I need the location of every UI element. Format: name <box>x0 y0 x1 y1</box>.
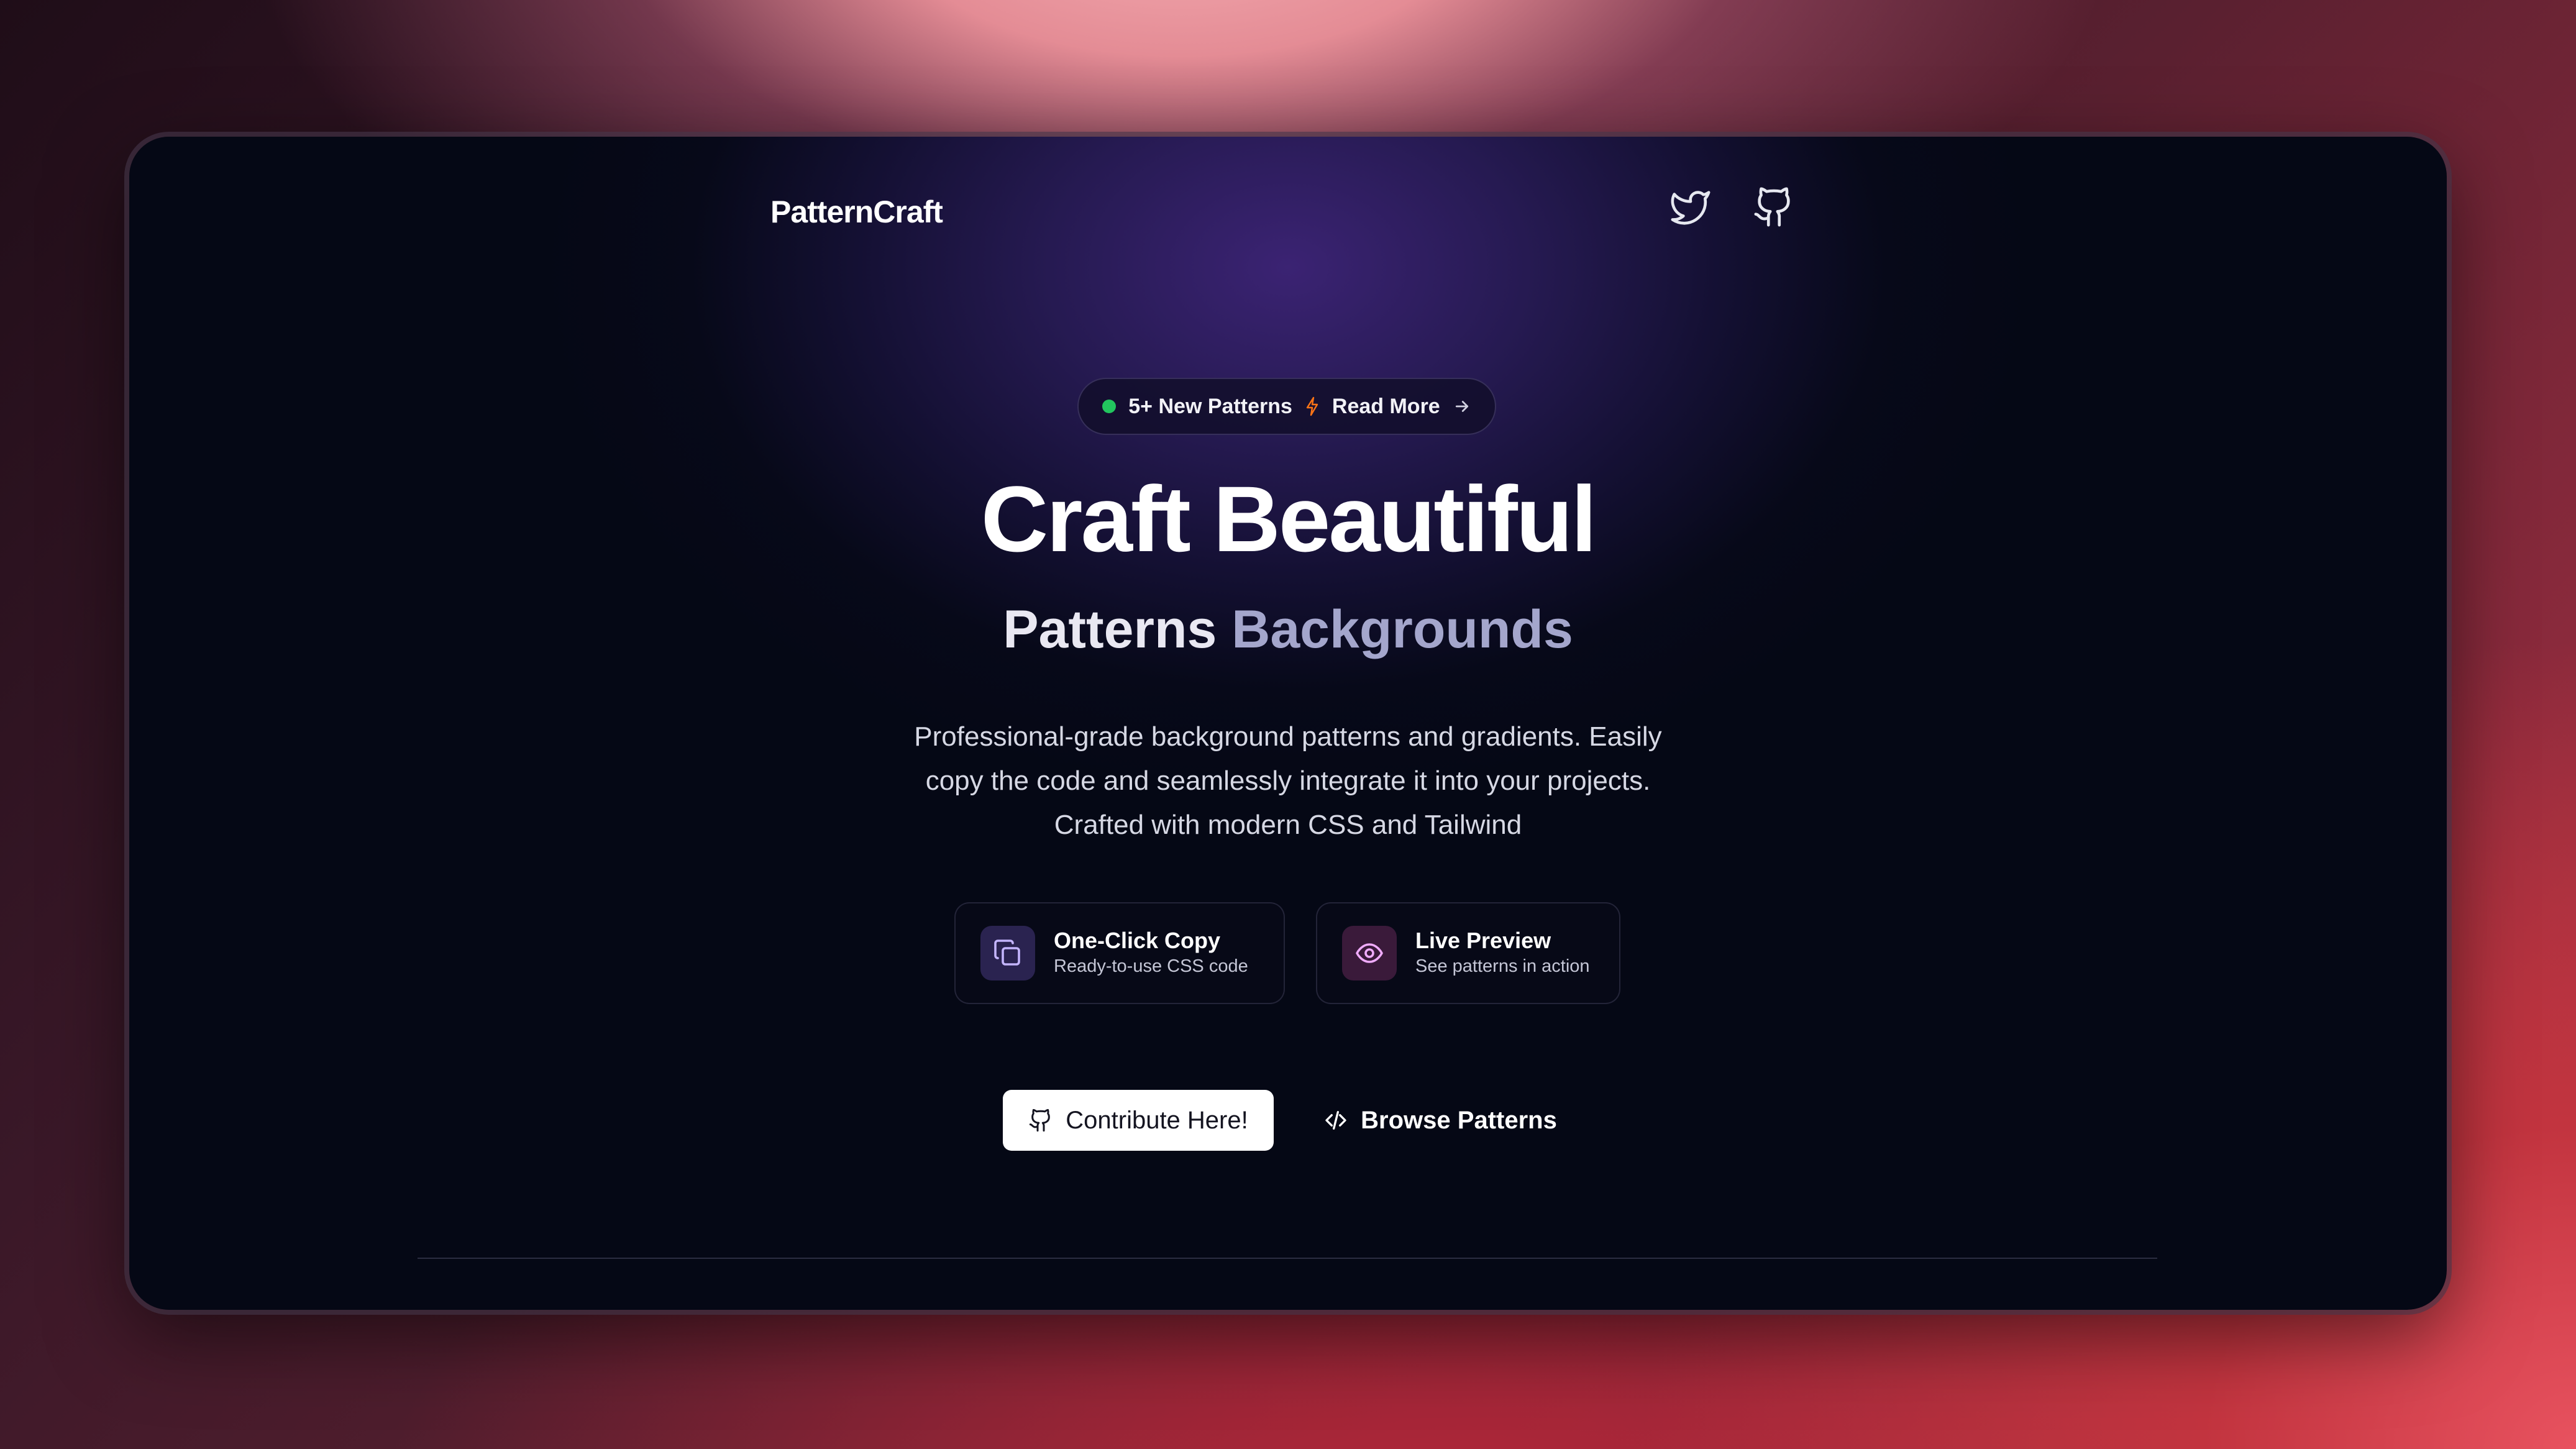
feature-card-preview: Live Preview See patterns in action <box>1316 902 1620 1004</box>
description-line: Professional-grade background patterns a… <box>914 721 1662 752</box>
site-logo[interactable]: PatternCraft <box>770 194 943 230</box>
arrow-right-icon <box>1453 397 1471 416</box>
github-link[interactable] <box>1752 185 1796 229</box>
twitter-icon <box>1669 185 1712 229</box>
hero-description: Professional-grade background patterns a… <box>822 715 1754 847</box>
contribute-button[interactable]: Contribute Here! <box>1003 1090 1274 1151</box>
feature-title: Live Preview <box>1415 928 1551 954</box>
announcement-pill[interactable]: 5+ New Patterns Read More <box>1077 378 1496 435</box>
twitter-link[interactable] <box>1669 185 1712 229</box>
eye-icon <box>1342 926 1397 980</box>
hero-subtitle-word1: Patterns <box>1003 600 1217 659</box>
hero-subtitle-word2: Backgrounds <box>1231 600 1573 659</box>
feature-card-copy: One-Click Copy Ready-to-use CSS code <box>954 902 1285 1004</box>
feature-text: Live Preview See patterns in action <box>1415 927 1590 979</box>
browser-window: PatternCraft 5+ New Patterns Read More C… <box>129 137 2447 1310</box>
hero-title: Craft Beautiful <box>980 467 1597 571</box>
new-patterns-label: 5+ New Patterns <box>1128 394 1292 418</box>
description-line: copy the code and seamlessly integrate i… <box>925 766 1651 796</box>
feature-title: One-Click Copy <box>1054 928 1221 954</box>
feature-text: One-Click Copy Ready-to-use CSS code <box>1054 927 1248 979</box>
feature-subtitle: Ready-to-use CSS code <box>1054 956 1248 977</box>
github-icon <box>1752 185 1796 229</box>
status-dot <box>1102 400 1117 413</box>
read-more-link[interactable]: Read More <box>1332 395 1440 419</box>
contribute-label: Contribute Here! <box>1066 1106 1248 1134</box>
github-icon <box>1028 1108 1053 1133</box>
section-divider <box>418 1258 2157 1259</box>
copy-icon <box>980 926 1035 980</box>
browse-label: Browse Patterns <box>1361 1106 1557 1134</box>
browse-patterns-button[interactable]: Browse Patterns <box>1316 1090 1564 1151</box>
hero-subtitle: Patterns Backgrounds <box>129 603 2447 656</box>
description-line: Crafted with modern CSS and Tailwind <box>1054 810 1522 840</box>
code-icon <box>1323 1108 1348 1133</box>
bolt-icon <box>1305 396 1320 416</box>
feature-subtitle: See patterns in action <box>1415 956 1590 977</box>
